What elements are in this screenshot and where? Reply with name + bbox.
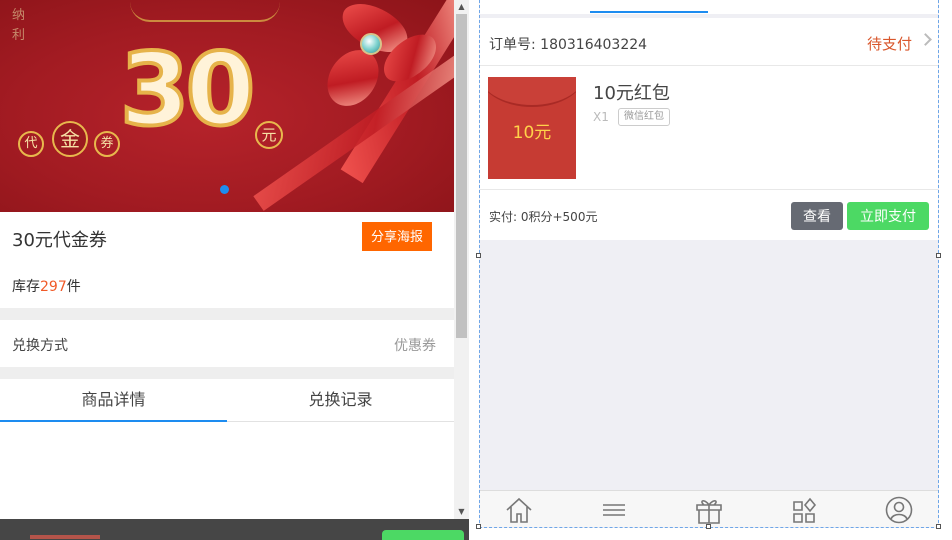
order-item[interactable]: 10元 10元红包 X1 微信红包 <box>480 67 938 190</box>
item-quantity: X1 <box>593 110 609 124</box>
tab-exchange-records[interactable]: 兑换记录 <box>227 379 454 422</box>
order-status-tabs[interactable] <box>480 0 938 14</box>
resize-handle[interactable] <box>476 253 481 258</box>
banner-logo: 纳利 <box>12 8 26 43</box>
footer-price-text <box>30 535 100 539</box>
order-header[interactable]: 订单号: 180316403224 待支付 <box>480 18 938 66</box>
nav-menu[interactable] <box>599 496 629 524</box>
left-footer-bar <box>0 519 469 540</box>
exchange-method-row[interactable]: 兑换方式 优惠券 <box>0 320 454 367</box>
stock-suffix: 件 <box>66 279 81 295</box>
coupon-char: 券 <box>94 131 120 157</box>
resize-handle[interactable] <box>476 524 481 529</box>
gem-decoration <box>360 33 382 55</box>
stock-count: 297 <box>40 279 67 295</box>
detail-tabs: 商品详情 兑换记录 <box>0 379 454 519</box>
product-banner[interactable]: 纳利 30 元 代 金 券 <box>0 0 454 212</box>
scroll-up-arrow-icon[interactable]: ▲ <box>454 0 469 14</box>
menu-icon <box>603 504 625 516</box>
product-detail-pane: 纳利 30 元 代 金 券 30元代金券 分享海报 库存297件 兑换方式 优惠… <box>0 0 469 540</box>
carousel-indicator-dot[interactable] <box>220 185 229 194</box>
phone-preview-frame: 订单号: 180316403224 待支付 10元 10元红包 X1 微信红包 … <box>479 0 939 528</box>
coupon-char: 金 <box>52 121 88 157</box>
banner-flourish <box>130 2 280 22</box>
bottom-navigation <box>480 490 938 527</box>
order-status: 待支付 <box>866 35 912 53</box>
product-title: 30元代金券 <box>12 230 107 251</box>
category-icon <box>793 497 817 523</box>
item-name: 10元红包 <box>593 83 670 104</box>
scroll-down-arrow-icon[interactable]: ▼ <box>454 505 469 519</box>
nav-category[interactable] <box>789 496 819 524</box>
red-envelope-thumbnail: 10元 <box>488 77 576 179</box>
gift-icon <box>696 500 722 524</box>
order-list-pane: 订单号: 180316403224 待支付 10元 10元红包 X1 微信红包 … <box>469 0 952 540</box>
resize-handle[interactable] <box>706 524 711 529</box>
order-number: 订单号: 180316403224 <box>489 37 648 53</box>
nav-home[interactable] <box>504 496 534 524</box>
resize-handle[interactable] <box>936 524 941 529</box>
coupon-char: 代 <box>18 131 44 157</box>
order-card: 订单号: 180316403224 待支付 10元 10元红包 X1 微信红包 … <box>480 18 938 240</box>
resize-handle[interactable] <box>936 253 941 258</box>
scrollbar-thumb[interactable] <box>456 14 467 338</box>
tab-product-details[interactable]: 商品详情 <box>0 379 227 422</box>
home-icon <box>506 497 532 523</box>
stock-prefix: 库存 <box>12 279 40 295</box>
banner-unit: 元 <box>255 121 283 149</box>
share-poster-button[interactable]: 分享海报 <box>362 222 432 251</box>
pay-now-button[interactable]: 立即支付 <box>847 202 929 230</box>
exchange-method-label: 兑换方式 <box>12 338 68 354</box>
view-order-button[interactable]: 查看 <box>791 202 843 230</box>
item-type-tag: 微信红包 <box>618 108 670 126</box>
stock-info: 库存297件 <box>12 276 81 296</box>
paid-amount: 实付: 0积分+500元 <box>489 210 598 224</box>
order-footer: 实付: 0积分+500元 查看 立即支付 <box>480 191 938 240</box>
envelope-flap <box>488 77 576 107</box>
user-icon <box>885 496 913 524</box>
exchange-method-value: 优惠券 <box>394 338 436 354</box>
nav-gift[interactable] <box>694 496 724 524</box>
nav-profile[interactable] <box>884 496 914 524</box>
banner-number: 30 <box>118 31 257 148</box>
thumbnail-label: 10元 <box>512 123 552 143</box>
footer-action-button[interactable] <box>382 530 464 540</box>
product-info: 30元代金券 分享海报 库存297件 <box>0 212 454 308</box>
chevron-right-icon <box>919 33 932 46</box>
active-tab-indicator <box>590 11 708 13</box>
vertical-scrollbar[interactable]: ▲ ▼ <box>454 0 469 519</box>
